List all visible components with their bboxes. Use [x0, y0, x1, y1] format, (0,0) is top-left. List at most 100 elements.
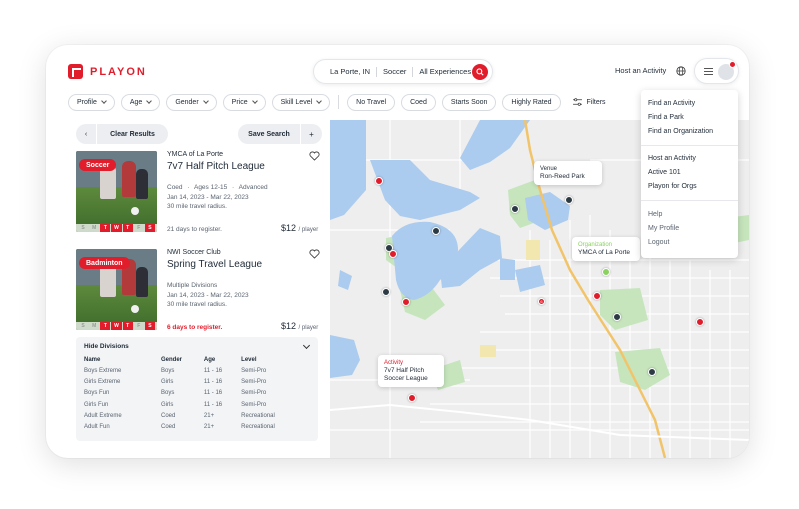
filter-gender[interactable]: Gender [166, 93, 217, 111]
organization-popover[interactable]: Organization YMCA of La Porte [572, 237, 640, 261]
chevron-down-icon[interactable] [302, 341, 311, 350]
weekday: S [81, 225, 85, 231]
column-header: Age [203, 356, 216, 363]
cell: Coed [160, 412, 176, 419]
table-row[interactable]: Boys Extreme Boys 11 - 16 Semi-Pro [84, 365, 310, 376]
popover-kind: Organization [578, 242, 613, 248]
organization-name[interactable]: NWI Soccer Club [167, 249, 221, 256]
activity-title[interactable]: Spring Travel League [167, 259, 262, 270]
map-marker-activity[interactable] [408, 394, 416, 402]
toggle-highly-rated[interactable]: Highly Rated [502, 93, 561, 111]
menu-item-find-park[interactable]: Find a Park [648, 114, 684, 121]
hide-divisions-toggle[interactable]: Hide Divisions [84, 343, 129, 350]
menu-item-active-101[interactable]: Active 101 [648, 169, 681, 176]
menu-item-my-profile[interactable]: My Profile [648, 225, 679, 232]
table-header-row: Name Gender Age Level [84, 354, 310, 365]
map-marker-activity[interactable] [593, 292, 601, 300]
search-location[interactable]: La Porte, IN [324, 67, 376, 76]
globe-icon[interactable] [676, 66, 686, 76]
weekday-active: T [122, 224, 133, 232]
toggle-coed[interactable]: Coed [401, 93, 436, 111]
menu-item-find-organization[interactable]: Find an Organization [648, 128, 713, 135]
registration-countdown: 6 days to register. [167, 324, 223, 331]
table-row[interactable]: Adult Extreme Coed 21+ Recreational [84, 410, 310, 421]
playon-logo-icon [68, 64, 83, 79]
heart-icon[interactable] [309, 249, 320, 259]
map-cluster-marker[interactable]: 6 [538, 298, 545, 305]
map-marker-venue[interactable] [382, 288, 390, 296]
map-marker-venue[interactable] [565, 196, 573, 204]
add-search-button[interactable]: + [301, 124, 322, 144]
table-row[interactable]: Boys Fun Boys 11 - 16 Semi-Pro [84, 388, 310, 399]
table-row[interactable]: Girls Fun Girls 11 - 16 Semi-Pro [84, 399, 310, 410]
map-marker-venue[interactable] [648, 368, 656, 376]
menu-item-help[interactable]: Help [648, 211, 662, 218]
toggle-no-travel[interactable]: No Travel [347, 93, 396, 111]
activity-photo: Badminton S M T W T F S [76, 249, 157, 330]
map-marker-activity[interactable] [402, 298, 410, 306]
cell: Adult Fun [84, 424, 110, 431]
save-search-button[interactable]: Save Search [238, 124, 300, 144]
map-marker-organization[interactable] [602, 268, 610, 276]
map-marker-activity[interactable] [696, 318, 704, 326]
venue-popover[interactable]: Venue Ron-Reed Park [534, 161, 602, 185]
activity-attributes: Coed · Ages 12-15 · Advanced [167, 184, 268, 191]
clear-results-button[interactable]: Clear Results [97, 124, 168, 144]
sport-tag: Soccer [79, 159, 117, 171]
weekday: S [81, 323, 85, 329]
search-sport[interactable]: Soccer [377, 67, 412, 76]
price: $12 / player [281, 321, 318, 331]
column-header: Gender [160, 356, 182, 363]
filters-button[interactable]: Filters [567, 98, 612, 106]
column-header: Name [84, 356, 101, 363]
cell: 11 - 16 [203, 367, 223, 374]
weekday-active: W [111, 224, 122, 232]
popover-line: 7v7 Half Pitch [384, 367, 425, 374]
weekday-active: T [122, 322, 133, 330]
map-marker-activity[interactable] [375, 177, 383, 185]
playon-logo[interactable]: PLAYON [68, 64, 147, 79]
cell: Recreational [241, 424, 275, 431]
heart-icon[interactable] [309, 151, 320, 161]
logo-text: PLAYON [90, 65, 147, 78]
filter-profile[interactable]: Profile [68, 93, 115, 111]
result-card[interactable]: Soccer S M T W T F S YMCA of La Porte 7v… [76, 151, 322, 241]
popover-line: Soccer League [384, 375, 428, 382]
activity-popover[interactable]: Activity 7v7 Half Pitch Soccer League [378, 355, 444, 387]
search-button[interactable] [472, 64, 488, 80]
menu-item-logout[interactable]: Logout [648, 239, 669, 246]
filter-skill-level[interactable]: Skill Level [271, 93, 331, 111]
travel-radius: 30 mile travel radius. [167, 301, 227, 308]
host-activity-link[interactable]: Host an Activity [615, 66, 666, 75]
price-unit: / player [298, 227, 319, 233]
toggle-starts-soon[interactable]: Starts Soon [441, 93, 497, 111]
cell: Girls Extreme [84, 378, 121, 385]
map-marker-venue[interactable] [613, 313, 621, 321]
attribute-gender: Coed [167, 184, 183, 191]
map-marker-activity[interactable] [389, 250, 397, 258]
table-row[interactable]: Adult Fun Coed 21+ Recreational [84, 421, 310, 432]
menu-item-host-activity[interactable]: Host an Activity [648, 155, 696, 162]
table-row[interactable]: Girls Extreme Girls 11 - 16 Semi-Pro [84, 376, 310, 387]
search-experience[interactable]: All Experiences [413, 67, 477, 76]
menu-item-playon-for-orgs[interactable]: Playon for Orgs [648, 183, 697, 190]
filter-age[interactable]: Age [120, 93, 161, 111]
map-marker-venue[interactable] [432, 227, 440, 235]
cell: Girls [160, 378, 174, 385]
filter-price[interactable]: Price [222, 93, 266, 111]
activity-title[interactable]: 7v7 Half Pitch League [167, 161, 265, 172]
organization-name[interactable]: YMCA of La Porte [167, 151, 223, 158]
weekday: M [92, 323, 97, 329]
filter-label: Gender [175, 98, 199, 106]
search-bar[interactable]: La Porte, IN Soccer All Experiences [313, 59, 493, 84]
map-marker-venue[interactable] [511, 205, 519, 213]
account-menu-button[interactable] [694, 58, 739, 84]
result-card[interactable]: Badminton S M T W T F S NWI Soccer Club … [76, 249, 322, 339]
cell: Coed [160, 424, 176, 431]
menu-item-find-activity[interactable]: Find an Activity [648, 100, 695, 107]
price-value: $12 [281, 223, 297, 233]
cell: 21+ [203, 412, 215, 419]
cell: Adult Extreme [84, 412, 122, 419]
activity-photo: Soccer S M T W T F S [76, 151, 157, 232]
back-button[interactable]: ‹ [76, 124, 96, 144]
